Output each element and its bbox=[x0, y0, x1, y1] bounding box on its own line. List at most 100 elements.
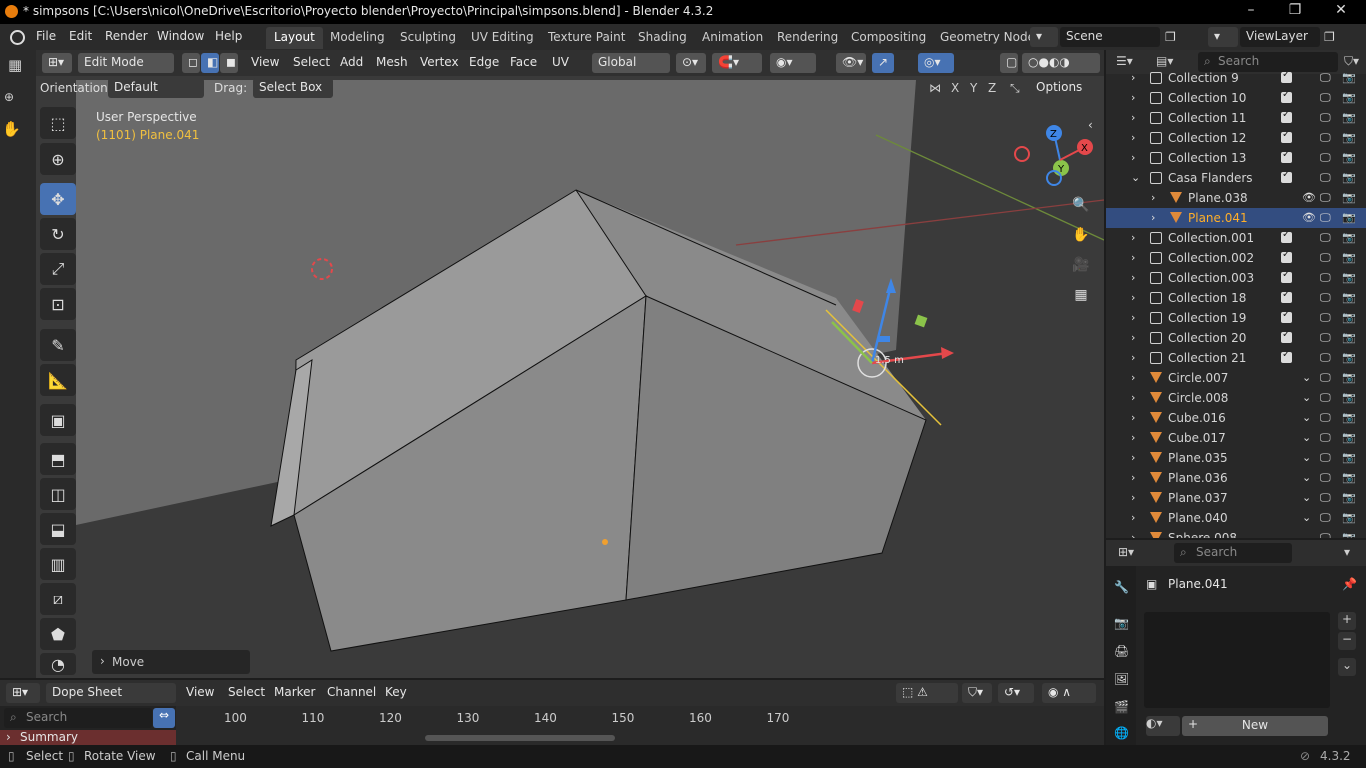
monitor-icon[interactable]: 🖵 bbox=[1320, 451, 1331, 465]
menu-view[interactable]: View bbox=[251, 55, 279, 69]
chevron-right-icon[interactable]: › bbox=[1131, 271, 1135, 284]
hand-icon[interactable]: ✋ bbox=[2, 120, 21, 138]
monitor-icon[interactable]: 🖵 bbox=[1320, 351, 1331, 365]
drag-dropdown[interactable]: Select Box bbox=[253, 78, 333, 98]
visibility-toggle-icon[interactable]: ⌄ bbox=[1302, 391, 1311, 404]
menu-face[interactable]: Face bbox=[510, 55, 537, 69]
monitor-icon[interactable]: 🖵 bbox=[1320, 91, 1331, 105]
tab-sculpting[interactable]: Sculpting bbox=[392, 27, 464, 49]
monitor-icon[interactable]: 🖵 bbox=[1320, 431, 1331, 445]
chevron-right-icon[interactable]: › bbox=[1131, 351, 1135, 364]
new-scene-icon[interactable]: ❐ bbox=[1165, 30, 1176, 44]
pan-hand-icon[interactable]: ✋ bbox=[1068, 222, 1094, 248]
menu-file[interactable]: File bbox=[36, 29, 56, 43]
exclude-checkbox[interactable]: ✓ bbox=[1281, 129, 1292, 143]
inset-tool-icon[interactable]: ◫ bbox=[40, 478, 76, 510]
properties-options-icon[interactable]: ▾ bbox=[1344, 545, 1350, 559]
monitor-icon[interactable]: 🖵 bbox=[1320, 391, 1331, 405]
monitor-icon[interactable]: 🖵 bbox=[1320, 311, 1331, 325]
exclude-checkbox[interactable]: ✓ bbox=[1281, 169, 1292, 183]
annotate-tool-icon[interactable]: ✎ bbox=[40, 329, 76, 361]
dopesheet-filter-icon[interactable]: ⛉▾ bbox=[962, 683, 992, 703]
dopesheet-menu-select[interactable]: Select bbox=[228, 685, 265, 699]
camera-icon[interactable]: 📷 bbox=[1342, 391, 1356, 404]
monitor-icon[interactable]: 🖵 bbox=[1320, 531, 1331, 538]
tab-animation[interactable]: Animation bbox=[694, 27, 771, 49]
chevron-right-icon[interactable]: › bbox=[1131, 451, 1135, 464]
chevron-right-icon[interactable]: › bbox=[1131, 331, 1135, 344]
select-box-tool-icon[interactable]: ⬚ bbox=[40, 107, 76, 139]
tab-shading[interactable]: Shading bbox=[630, 27, 695, 49]
camera-icon[interactable]: 📷 bbox=[1342, 291, 1356, 304]
dopesheet-editor-type-icon[interactable]: ⊞▾ bbox=[6, 683, 40, 703]
extrude-tool-icon[interactable]: ⬒ bbox=[40, 443, 76, 475]
bevel-tool-icon[interactable]: ⬓ bbox=[40, 513, 76, 545]
menu-mesh[interactable]: Mesh bbox=[376, 55, 408, 69]
vertex-select-icon[interactable]: ◻ bbox=[182, 53, 200, 73]
outliner-row[interactable]: › Collection 20 ✓ 🖵 📷 bbox=[1106, 328, 1366, 348]
dopesheet-mode-dropdown[interactable]: Dope Sheet bbox=[46, 683, 176, 703]
exclude-checkbox[interactable]: ✓ bbox=[1281, 249, 1292, 263]
camera-icon[interactable]: 📷 bbox=[1342, 231, 1356, 244]
chevron-right-icon[interactable]: › bbox=[1131, 291, 1135, 304]
dopesheet-snap-icon[interactable]: ↺▾ bbox=[998, 683, 1034, 703]
3d-viewport[interactable]: Z X Y 1.5 m ⊞▾ Edit Mode ◻ ◧ ◼ View Sele… bbox=[36, 50, 1104, 678]
outliner-row[interactable]: › Collection.003 ✓ 🖵 📷 bbox=[1106, 268, 1366, 288]
measure-tool-icon[interactable]: 📐 bbox=[40, 364, 76, 396]
camera-icon[interactable]: 📷 bbox=[1342, 511, 1356, 524]
scale-tool-icon[interactable]: ⤢ bbox=[40, 253, 76, 285]
mirror-x-toggle[interactable]: X bbox=[951, 81, 959, 95]
exclude-checkbox[interactable]: ✓ bbox=[1281, 69, 1292, 83]
blender-menu-icon[interactable] bbox=[10, 30, 25, 45]
visibility-icon[interactable]: 👁▾ bbox=[836, 53, 866, 73]
chevron-right-icon[interactable]: › bbox=[1131, 431, 1135, 444]
chevron-right-icon[interactable]: › bbox=[1131, 71, 1135, 84]
view-layer-tab-icon[interactable]: 🖼 bbox=[1114, 672, 1129, 686]
camera-icon[interactable]: 📷 bbox=[1342, 191, 1356, 204]
monitor-icon[interactable]: 🖵 bbox=[1320, 491, 1331, 505]
chevron-right-icon[interactable]: › bbox=[1131, 471, 1135, 484]
tab-compositing[interactable]: Compositing bbox=[843, 27, 934, 49]
monitor-icon[interactable]: 🖵 bbox=[1320, 291, 1331, 305]
exclude-checkbox[interactable]: ✓ bbox=[1281, 149, 1292, 163]
pivot-point-icon[interactable]: ⊙▾ bbox=[676, 53, 706, 73]
outliner-row[interactable]: › Collection 9 ✓ 🖵 📷 bbox=[1106, 68, 1366, 88]
material-browse-icon[interactable]: ◐▾ bbox=[1146, 716, 1180, 736]
monitor-icon[interactable]: 🖵 bbox=[1320, 411, 1331, 425]
camera-icon[interactable]: 📷 bbox=[1342, 411, 1356, 424]
mode-dropdown[interactable]: Edit Mode bbox=[78, 53, 174, 73]
camera-icon[interactable]: 📷 bbox=[1342, 111, 1356, 124]
autoscale-icon[interactable]: ⤡ bbox=[1010, 81, 1020, 96]
menu-add[interactable]: Add bbox=[340, 55, 363, 69]
camera-icon[interactable]: 📷 bbox=[1342, 331, 1356, 344]
options-dropdown[interactable]: Options bbox=[1030, 78, 1098, 98]
monitor-icon[interactable]: 🖵 bbox=[1320, 471, 1331, 485]
chevron-right-icon[interactable]: › bbox=[1131, 391, 1135, 404]
outliner-row[interactable]: › Collection.001 ✓ 🖵 📷 bbox=[1106, 228, 1366, 248]
menu-edge[interactable]: Edge bbox=[469, 55, 499, 69]
menu-vertex[interactable]: Vertex bbox=[420, 55, 459, 69]
outliner-row[interactable]: › Collection 12 ✓ 🖵 📷 bbox=[1106, 128, 1366, 148]
monitor-icon[interactable]: 🖵 bbox=[1320, 131, 1331, 145]
exclude-checkbox[interactable]: ✓ bbox=[1281, 349, 1292, 363]
visibility-toggle-icon[interactable]: ⌄ bbox=[1302, 411, 1311, 424]
outliner-editor-type-icon[interactable]: ☰▾ bbox=[1116, 54, 1133, 68]
add-icon[interactable]: ⊕ bbox=[4, 90, 14, 104]
visibility-toggle-icon[interactable]: ⌄ bbox=[1302, 451, 1311, 464]
outliner-row[interactable]: ⌄ Casa Flanders ✓ 🖵 📷 bbox=[1106, 168, 1366, 188]
chevron-right-icon[interactable]: › bbox=[1131, 151, 1135, 164]
chevron-right-icon[interactable]: › bbox=[1131, 251, 1135, 264]
properties-search-input[interactable]: Search bbox=[1174, 543, 1292, 563]
transform-tool-icon[interactable]: ⊡ bbox=[40, 288, 76, 320]
exclude-checkbox[interactable]: ✓ bbox=[1281, 89, 1292, 103]
viewport-scene[interactable]: Z X Y 1.5 m bbox=[36, 50, 1104, 678]
exclude-checkbox[interactable]: ✓ bbox=[1281, 309, 1292, 323]
face-select-icon[interactable]: ◼ bbox=[220, 53, 238, 73]
orientation-dropdown[interactable]: Default bbox=[108, 78, 204, 98]
viewlayer-selector-icon[interactable]: ▾ bbox=[1208, 27, 1238, 47]
slot-specials-button[interactable]: ⌄ bbox=[1338, 658, 1356, 676]
exclude-checkbox[interactable]: ✓ bbox=[1281, 109, 1292, 123]
monitor-icon[interactable]: 🖵 bbox=[1320, 71, 1331, 85]
camera-icon[interactable]: 📷 bbox=[1342, 471, 1356, 484]
cursor-tool-icon[interactable]: ⊕ bbox=[40, 143, 76, 175]
